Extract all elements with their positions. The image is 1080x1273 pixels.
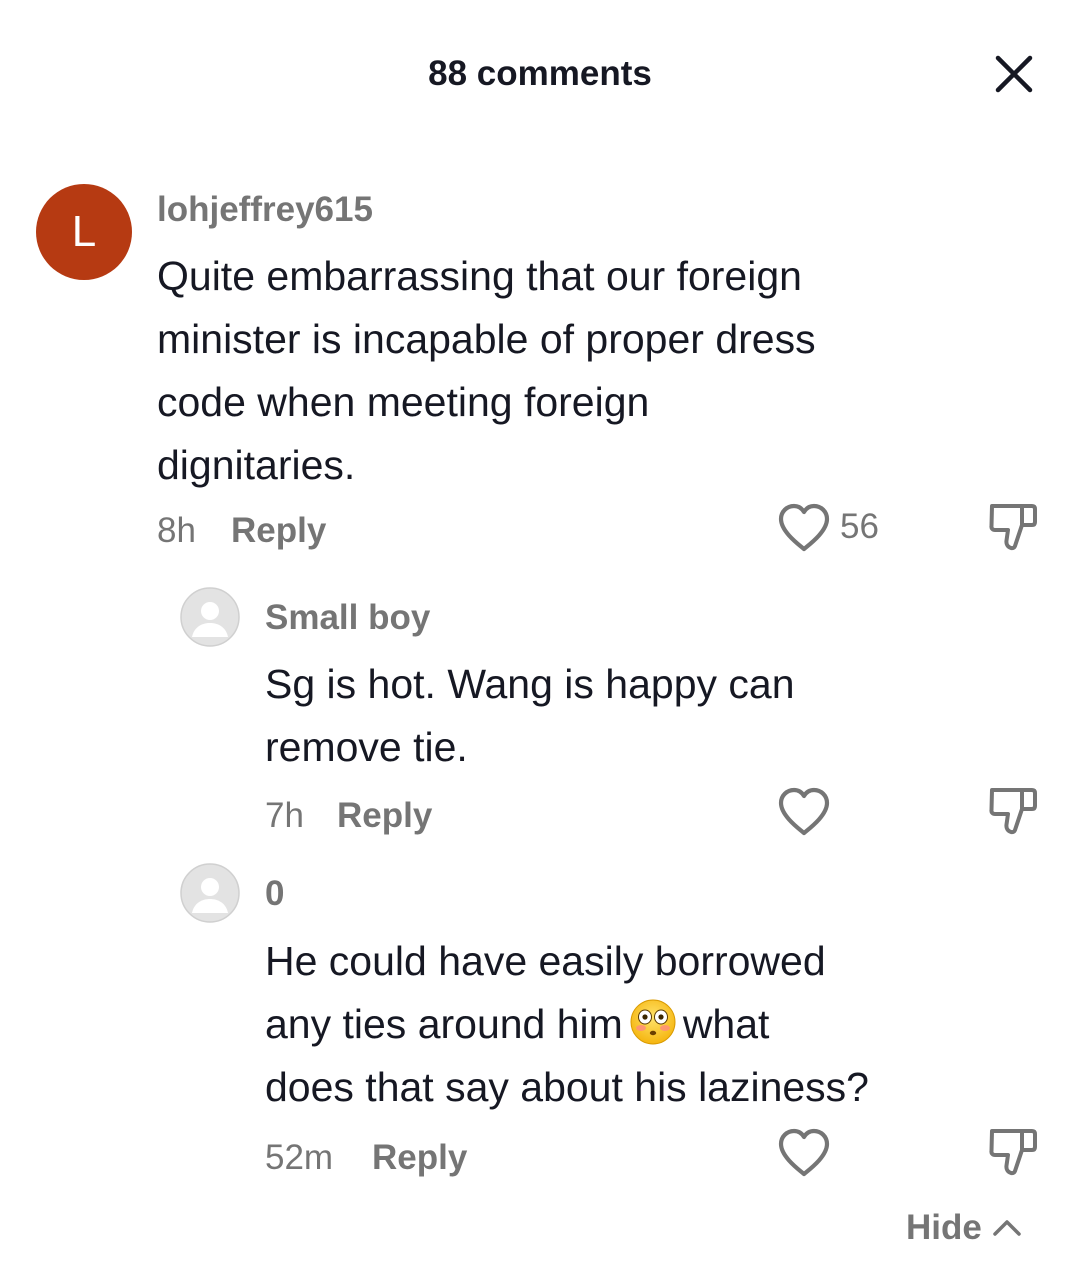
close-icon[interactable] <box>990 50 1038 98</box>
comment-text-line: minister is incapable of proper dress <box>157 316 816 362</box>
dislike-icon[interactable] <box>988 502 1038 552</box>
comment-text-line: Quite embarrassing that our foreign <box>157 253 802 299</box>
reply-text-line: Sg is hot. Wang is happy can <box>265 661 795 707</box>
like-heart-icon[interactable] <box>776 786 832 838</box>
flushed-face-emoji <box>629 998 677 1046</box>
reply-time: 7h <box>265 796 304 835</box>
comment-text-line: dignitaries. <box>157 442 356 488</box>
comment-username[interactable]: lohjeffrey615 <box>157 188 373 232</box>
comments-count-title: 88 comments <box>428 54 652 93</box>
default-avatar-icon[interactable] <box>180 863 240 923</box>
reply-text: Sg is hot. Wang is happy can remove tie. <box>265 653 795 779</box>
reply-text-line: remove tie. <box>265 724 468 770</box>
dislike-icon[interactable] <box>988 786 1038 836</box>
reply-text-segment: what <box>682 1001 770 1047</box>
dislike-icon[interactable] <box>988 1127 1038 1177</box>
comment-text: Quite embarrassing that our foreign mini… <box>157 245 816 497</box>
reply-username[interactable]: 0 <box>265 872 284 916</box>
comment-text-line: code when meeting foreign <box>157 379 650 425</box>
like-count: 56 <box>840 507 879 546</box>
like-heart-icon[interactable] <box>776 1127 832 1179</box>
hide-replies-button[interactable]: Hide <box>906 1206 1022 1250</box>
like-heart-icon[interactable] <box>776 502 832 554</box>
hide-label: Hide <box>906 1208 982 1247</box>
chevron-up-icon <box>992 1217 1022 1237</box>
avatar[interactable]: L <box>36 184 132 280</box>
reply-text-line: any ties around him what <box>265 993 869 1056</box>
reply-button[interactable]: Reply <box>372 1136 467 1180</box>
default-avatar-icon[interactable] <box>180 587 240 647</box>
reply-text-line: He could have easily borrowed <box>265 938 826 984</box>
reply-button[interactable]: Reply <box>337 794 432 838</box>
comment-time: 8h <box>157 511 196 550</box>
reply-time: 52m <box>265 1138 334 1177</box>
reply-text: He could have easily borrowed any ties a… <box>265 930 869 1119</box>
reply-text-segment: any ties around him <box>265 1001 623 1047</box>
reply-button[interactable]: Reply <box>231 509 326 553</box>
reply-username[interactable]: Small boy <box>265 596 430 640</box>
reply-text-line: does that say about his laziness? <box>265 1064 869 1110</box>
